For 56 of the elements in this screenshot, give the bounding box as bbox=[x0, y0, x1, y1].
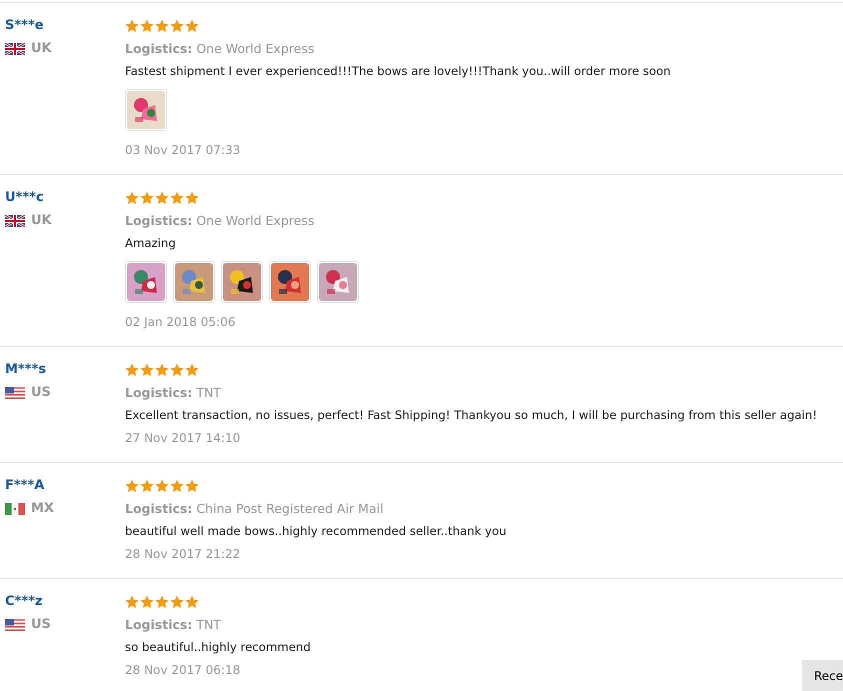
logistics-info: Logistics: TNT bbox=[125, 384, 221, 402]
review-date: 02 Jan 2018 05:06 bbox=[125, 314, 236, 331]
flag-icon bbox=[5, 42, 25, 54]
flag-icon bbox=[5, 386, 25, 398]
recent-button[interactable]: Rece bbox=[802, 660, 843, 691]
logistics-info: Logistics: TNT bbox=[125, 616, 221, 634]
review-text: beautiful well made bows..highly recommended seller..thank you bbox=[125, 523, 506, 540]
star-icon bbox=[170, 594, 184, 608]
star-icon bbox=[155, 478, 169, 492]
country-code: US bbox=[31, 616, 51, 634]
star-icon bbox=[125, 362, 139, 376]
reviewer-name: C***z bbox=[5, 593, 43, 611]
star-icon bbox=[155, 190, 169, 204]
star-icon bbox=[140, 362, 154, 376]
star-icon bbox=[185, 594, 199, 608]
logistics-info: Logistics: China Post Registered Air Mail bbox=[125, 500, 384, 518]
reviewer-name: M***s bbox=[5, 361, 46, 379]
star-icon bbox=[155, 594, 169, 608]
star-icon bbox=[170, 362, 184, 376]
star-icon bbox=[140, 478, 154, 492]
star-icon bbox=[125, 18, 139, 32]
review-text: so beautiful..highly recommend bbox=[125, 639, 311, 656]
review-date: 27 Nov 2017 14:10 bbox=[125, 430, 240, 447]
star-icon bbox=[170, 190, 184, 204]
review-date: 28 Nov 2017 21:22 bbox=[125, 546, 240, 563]
star-icon bbox=[125, 478, 139, 492]
country-code: MX bbox=[31, 500, 54, 518]
star-icon bbox=[125, 594, 139, 608]
flag-icon bbox=[5, 502, 25, 514]
review-date: 28 Nov 2017 06:18 bbox=[125, 662, 240, 679]
star-icon bbox=[155, 362, 169, 376]
logistics-info: Logistics: One World Express bbox=[125, 40, 314, 58]
country-code: UK bbox=[31, 40, 52, 58]
review-date: 03 Nov 2017 07:33 bbox=[125, 142, 240, 159]
logistics-info: Logistics: One World Express bbox=[125, 212, 314, 230]
review-text: Amazing bbox=[125, 235, 176, 252]
star-icon bbox=[125, 190, 139, 204]
star-icon bbox=[185, 478, 199, 492]
reviewer-name: U***c bbox=[5, 189, 44, 207]
star-icon bbox=[170, 478, 184, 492]
star-icon bbox=[170, 18, 184, 32]
country-code: US bbox=[31, 384, 51, 402]
country-code: UK bbox=[31, 212, 52, 230]
star-icon bbox=[155, 18, 169, 32]
flag-icon bbox=[5, 618, 25, 630]
star-icon bbox=[185, 190, 199, 204]
star-icon bbox=[185, 362, 199, 376]
review-text: Fastest shipment I ever experienced!!!The bows are lovely!!!Thank you..will order more soon bbox=[125, 63, 671, 80]
reviewer-name: S***e bbox=[5, 17, 44, 35]
star-icon bbox=[140, 18, 154, 32]
star-icon bbox=[140, 190, 154, 204]
review-text: Excellent transaction, no issues, perfect! Fast Shipping! Thankyou so much, I will be purchasing from this seller again! bbox=[125, 407, 818, 424]
flag-icon bbox=[5, 214, 25, 226]
star-icon bbox=[185, 18, 199, 32]
reviewer-name: F***A bbox=[5, 477, 44, 495]
star-icon bbox=[140, 594, 154, 608]
